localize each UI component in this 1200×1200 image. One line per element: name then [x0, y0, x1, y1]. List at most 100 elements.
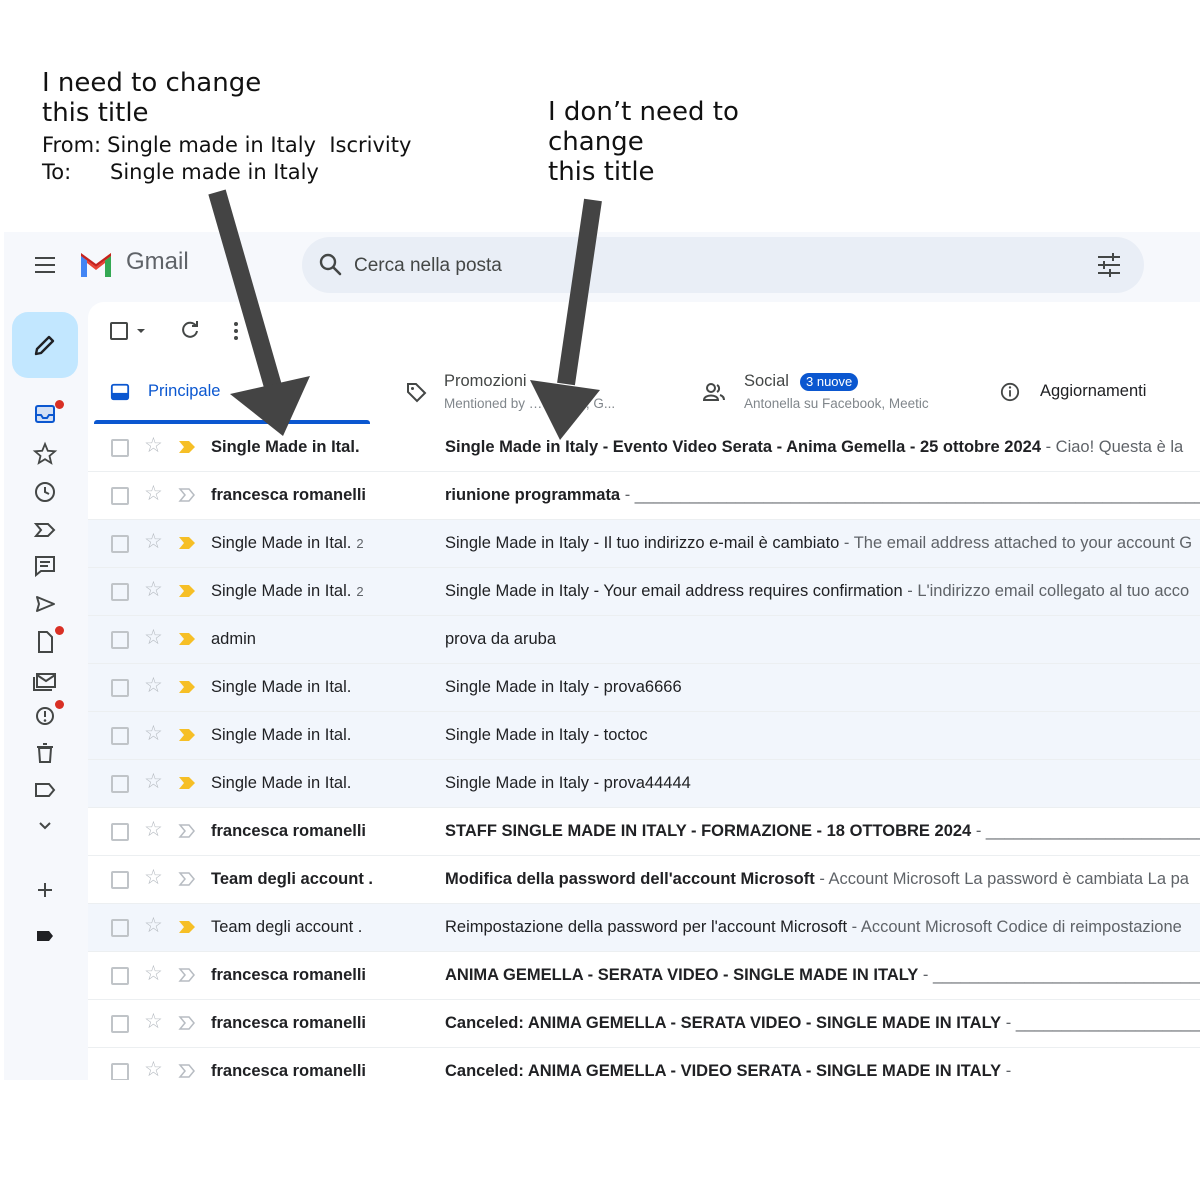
tab-aggiornamenti[interactable]: Aggiornamenti — [988, 358, 1200, 424]
row-checkbox[interactable] — [111, 487, 129, 505]
select-all-checkbox[interactable] — [110, 322, 128, 340]
chevron-down-icon[interactable] — [31, 812, 59, 840]
row-checkbox[interactable] — [111, 439, 129, 457]
row-checkbox[interactable] — [111, 1063, 129, 1080]
label-icon[interactable] — [31, 776, 59, 804]
tag-icon — [407, 383, 427, 403]
email-subject: prova da aruba — [445, 630, 556, 648]
row-checkbox[interactable] — [111, 967, 129, 985]
row-checkbox[interactable] — [111, 919, 129, 937]
email-sender: francesca romanelli — [211, 1014, 371, 1033]
star-icon[interactable]: ☆ — [144, 482, 163, 506]
star-icon[interactable]: ☆ — [144, 1010, 163, 1034]
tab-promozioni[interactable]: Promozioni Mentioned by …essem., G... — [388, 358, 678, 424]
all-mail-icon[interactable] — [31, 666, 59, 694]
email-row[interactable]: ☆ Single Made in Ital. Single Made in Ital… — [88, 760, 1200, 808]
row-checkbox[interactable] — [111, 679, 129, 697]
email-row[interactable]: ☆ admin prova da aruba — [88, 616, 1200, 664]
importance-marker-icon[interactable] — [178, 631, 196, 647]
chat-icon[interactable] — [31, 552, 59, 580]
row-checkbox[interactable] — [111, 775, 129, 793]
star-icon[interactable]: ☆ — [144, 770, 163, 794]
importance-marker-icon[interactable] — [178, 919, 196, 935]
email-row[interactable]: ☆ Team degli account . Reimpostazione dell… — [88, 904, 1200, 952]
importance-marker-icon[interactable] — [178, 823, 196, 839]
importance-marker-icon[interactable] — [178, 1015, 196, 1031]
email-row[interactable]: ☆ francesca romanelli STAFF SINGLE MADE IN… — [88, 808, 1200, 856]
annotation-right: I don’t need to change this title — [548, 97, 739, 187]
star-icon[interactable]: ☆ — [144, 578, 163, 602]
email-row[interactable]: ☆ francesca romanelli Canceled: ANIMA GEME… — [88, 1000, 1200, 1048]
sender-name: admin — [211, 630, 256, 648]
star-icon[interactable]: ☆ — [144, 914, 163, 938]
importance-marker-icon[interactable] — [178, 487, 196, 503]
star-icon[interactable]: ☆ — [144, 818, 163, 842]
row-checkbox[interactable] — [111, 823, 129, 841]
row-checkbox[interactable] — [111, 871, 129, 889]
importance-marker-icon[interactable] — [178, 967, 196, 983]
annotation-from-label: From: — [42, 133, 102, 157]
email-row[interactable]: ☆ francesca romanelli riunione programmata… — [88, 472, 1200, 520]
importance-marker-icon[interactable] — [178, 727, 196, 743]
star-icon[interactable]: ☆ — [144, 674, 163, 698]
email-row[interactable]: ☆ Single Made in Ital. Single Made in Ital… — [88, 424, 1200, 472]
star-icon[interactable]: ☆ — [144, 1058, 163, 1080]
star-icon[interactable]: ☆ — [144, 626, 163, 650]
filled-label-icon[interactable] — [31, 922, 59, 950]
importance-marker-icon[interactable] — [178, 679, 196, 695]
email-sender: Single Made in Ital. — [211, 438, 365, 457]
tab-principale[interactable]: Principale — [88, 358, 378, 424]
important-icon[interactable] — [31, 516, 59, 544]
sender-name: Single Made in Ital. — [211, 582, 352, 600]
email-row[interactable]: ☆ Team degli account . Modifica della pass… — [88, 856, 1200, 904]
star-icon[interactable] — [31, 440, 59, 468]
add-label-icon[interactable] — [31, 876, 59, 904]
email-row[interactable]: ☆ Single Made in Ital. 2 Single Made in Ita… — [88, 520, 1200, 568]
email-row[interactable]: ☆ Single Made in Ital. Single Made in Ital… — [88, 664, 1200, 712]
row-checkbox[interactable] — [111, 583, 129, 601]
email-snippet: - L'indirizzo email collegato al tuo acc… — [902, 582, 1190, 600]
email-subject: Modifica della password dell'account Mic… — [445, 870, 815, 888]
importance-marker-icon[interactable] — [178, 1063, 196, 1079]
email-content: Reimpostazione della password per l'acco… — [445, 918, 1200, 937]
star-icon[interactable]: ☆ — [144, 434, 163, 458]
importance-marker-icon[interactable] — [178, 439, 196, 455]
search-options-icon[interactable] — [1096, 252, 1122, 278]
importance-marker-icon[interactable] — [178, 535, 196, 551]
star-icon[interactable]: ☆ — [144, 722, 163, 746]
sent-icon[interactable] — [31, 590, 59, 618]
select-dropdown-icon[interactable] — [136, 326, 146, 336]
importance-marker-icon[interactable] — [178, 775, 196, 791]
star-icon[interactable]: ☆ — [144, 866, 163, 890]
sender-name: Team degli account . — [211, 918, 363, 936]
email-row[interactable]: ☆ Single Made in Ital. 2 Single Made in Ita… — [88, 568, 1200, 616]
row-checkbox[interactable] — [111, 631, 129, 649]
email-content: Single Made in Italy - Il tuo indirizzo … — [445, 534, 1200, 553]
importance-marker-icon[interactable] — [178, 583, 196, 599]
importance-marker-icon[interactable] — [178, 871, 196, 887]
trash-icon[interactable] — [31, 739, 59, 767]
refresh-icon[interactable] — [178, 318, 202, 342]
snoozed-clock-icon[interactable] — [31, 478, 59, 506]
star-icon[interactable]: ☆ — [144, 530, 163, 554]
search-input[interactable] — [352, 249, 1056, 283]
email-row[interactable]: ☆ francesca romanelli ANIMA GEMELLA - SERA… — [88, 952, 1200, 1000]
mail-panel: Principale Promozioni Mentioned by …esse… — [88, 302, 1200, 1080]
email-row[interactable]: ☆ Single Made in Ital. Single Made in Ital… — [88, 712, 1200, 760]
row-checkbox[interactable] — [111, 535, 129, 553]
email-snippet: - Account Microsoft La password è cambia… — [814, 870, 1189, 888]
more-options-icon[interactable] — [233, 320, 239, 342]
email-row[interactable]: ☆ francesca romanelli Canceled: ANIMA GEME… — [88, 1048, 1200, 1080]
tab-aggiornamenti-label: Aggiornamenti — [1040, 382, 1147, 400]
star-icon[interactable]: ☆ — [144, 962, 163, 986]
compose-button[interactable] — [12, 312, 78, 378]
search-icon[interactable] — [316, 250, 346, 280]
email-sender: admin — [211, 630, 261, 649]
tab-social[interactable]: Social 3 nuove Antonella su Facebook, Me… — [684, 358, 984, 424]
sender-name: Single Made in Ital. — [211, 726, 352, 744]
email-content: Modifica della password dell'account Mic… — [445, 870, 1200, 889]
top-bar: Gmail — [4, 232, 1200, 298]
row-checkbox[interactable] — [111, 727, 129, 745]
row-checkbox[interactable] — [111, 1015, 129, 1033]
main-menu-icon[interactable] — [26, 250, 62, 280]
